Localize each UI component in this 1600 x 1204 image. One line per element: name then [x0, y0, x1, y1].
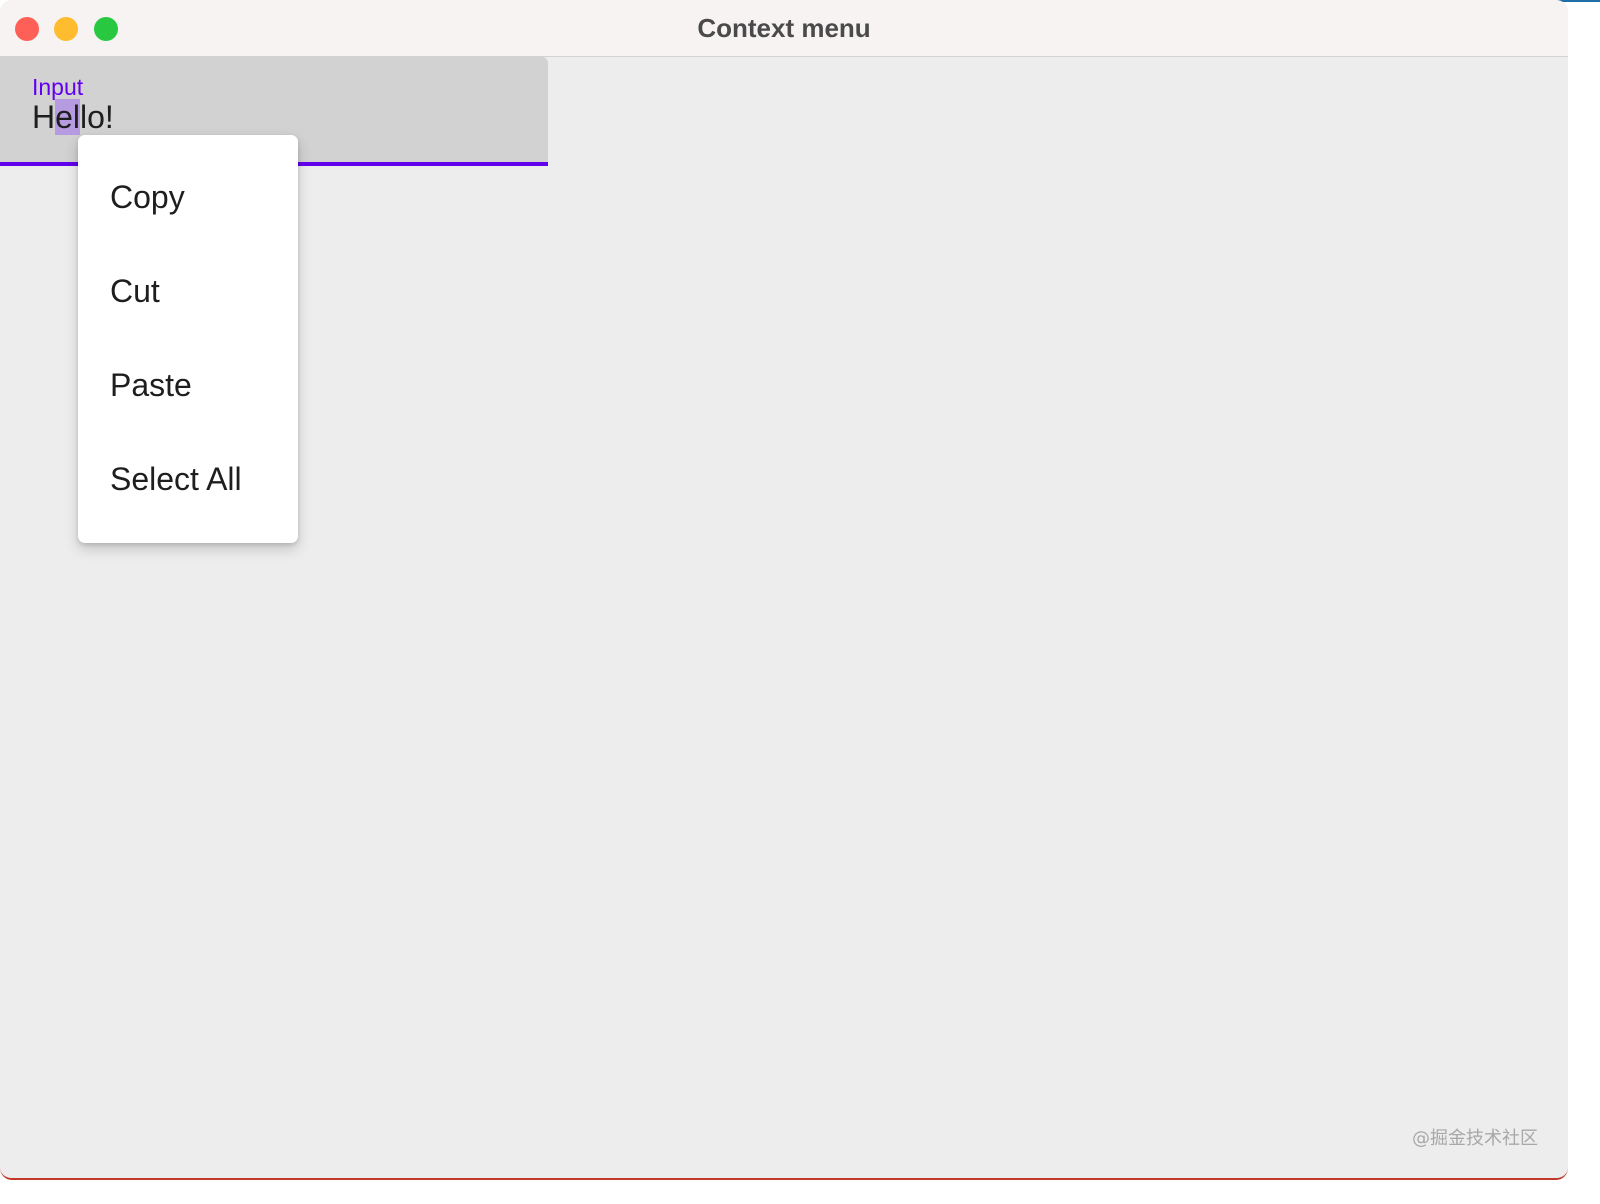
menu-item-copy[interactable]: Copy: [78, 150, 298, 244]
menu-item-cut[interactable]: Cut: [78, 244, 298, 338]
context-menu: Copy Cut Paste Select All: [78, 135, 298, 543]
watermark-text: @掘金技术社区: [1412, 1128, 1538, 1149]
title-bar[interactable]: Context menu: [0, 0, 1568, 57]
input-field-label: Input: [32, 74, 84, 100]
selected-text: el: [55, 99, 81, 135]
value-text-before: H: [32, 99, 56, 135]
menu-item-select-all[interactable]: Select All: [78, 432, 298, 526]
value-text-after: lo!: [80, 99, 114, 135]
app-window: Context menu Input Hello! Copy Cut Paste…: [0, 0, 1568, 1180]
window-title: Context menu: [697, 13, 871, 43]
input-field-value[interactable]: Hello!: [32, 99, 114, 136]
menu-item-paste[interactable]: Paste: [78, 338, 298, 432]
